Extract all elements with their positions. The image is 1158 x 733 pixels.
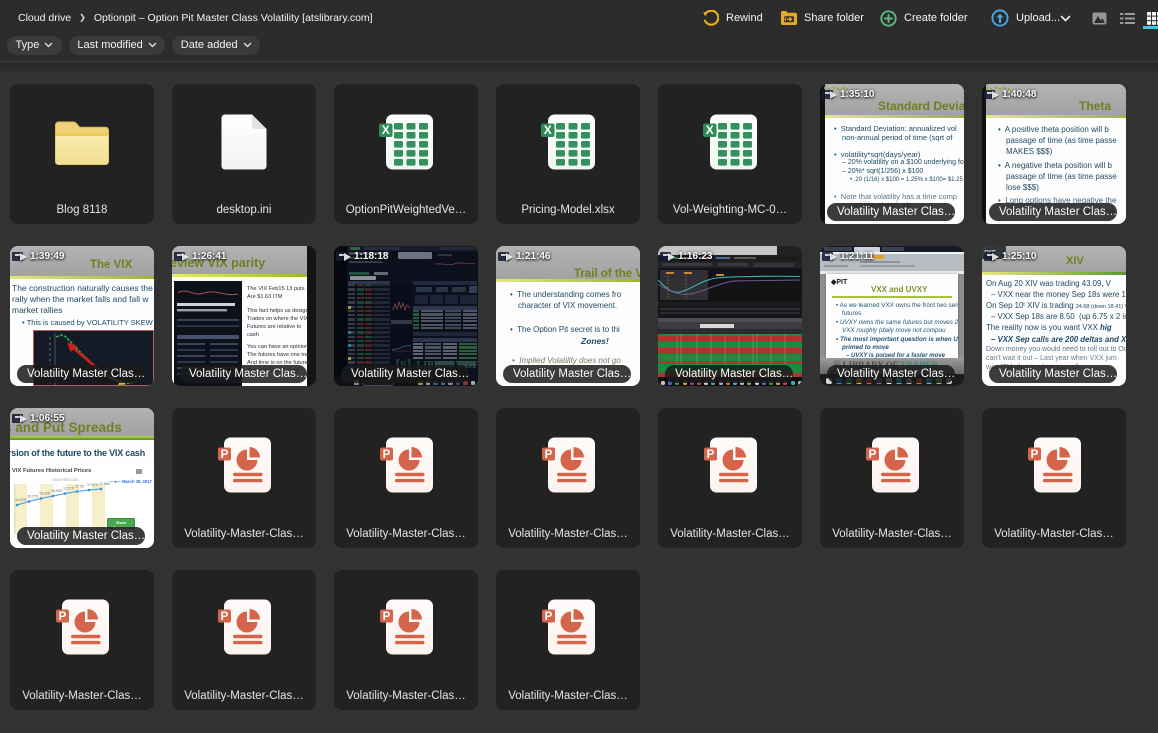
svg-text:P: P <box>382 449 390 461</box>
svg-text:14.975: 14.975 <box>15 498 26 502</box>
svg-text:P: P <box>382 611 390 623</box>
svg-text:X: X <box>381 123 389 137</box>
svg-text:X: X <box>705 123 713 137</box>
svg-text:P: P <box>544 611 552 623</box>
svg-text:16.925: 16.925 <box>51 489 62 493</box>
svg-text:17.275: 17.275 <box>63 487 74 491</box>
svg-text:X: X <box>543 123 551 137</box>
svg-text:15.775: 15.775 <box>27 495 38 499</box>
svg-text:P: P <box>1030 449 1038 461</box>
svg-text:17.55: 17.55 <box>75 485 84 489</box>
svg-text:P: P <box>58 611 66 623</box>
svg-text:P: P <box>220 449 228 461</box>
svg-text:16.325: 16.325 <box>39 492 50 496</box>
svg-text:P: P <box>544 449 552 461</box>
svg-text:P: P <box>220 611 228 623</box>
svg-text:P: P <box>706 449 714 461</box>
svg-text:17.675: 17.675 <box>87 483 98 487</box>
svg-text:17.584: 17.584 <box>99 482 110 486</box>
svg-text:P: P <box>868 449 876 461</box>
